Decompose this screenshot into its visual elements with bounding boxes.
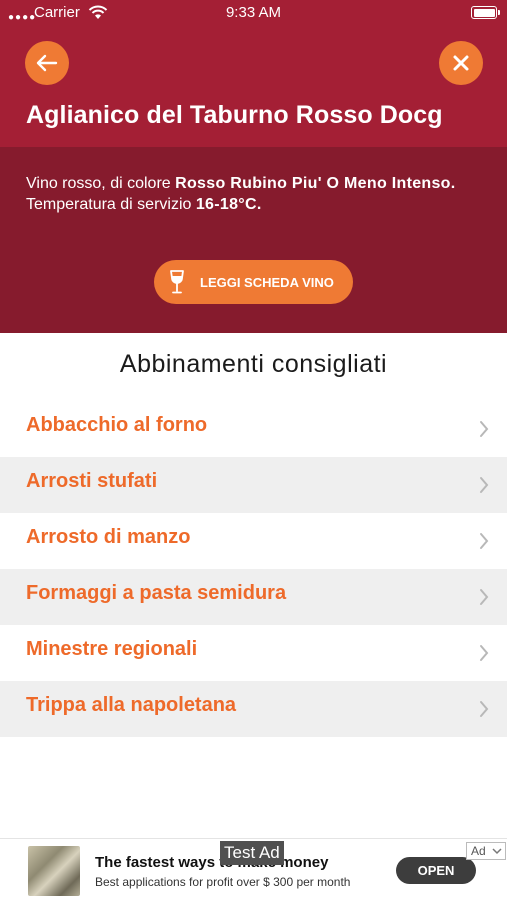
list-item[interactable]: Arrosto di manzo xyxy=(0,513,507,569)
close-button[interactable] xyxy=(439,41,483,85)
ad-headline: The fastest ways to make money xyxy=(95,854,329,871)
list-item-label: Arrosto di manzo xyxy=(26,526,191,548)
list-item[interactable]: Abbacchio al forno xyxy=(0,401,507,457)
list-item-label: Formaggi a pasta semidura xyxy=(26,582,287,604)
ad-image xyxy=(28,846,80,896)
list-item-label: Abbacchio al forno xyxy=(26,414,208,436)
chevron-right-icon xyxy=(480,701,489,717)
temperature-value: 16-18°C. xyxy=(195,196,262,213)
color-value: Rosso Rubino Piu' O Meno Intenso. xyxy=(175,175,456,192)
list-item[interactable]: Arrosti stufati xyxy=(0,457,507,513)
back-button[interactable] xyxy=(25,41,69,85)
ad-subtext: Best applications for profit over $ 300 … xyxy=(95,875,351,889)
read-wine-sheet-button[interactable]: LEGGI SCHEDA VINO xyxy=(154,260,353,304)
ad-banner[interactable]: The fastest ways to make money Best appl… xyxy=(0,838,507,900)
wine-glass-icon xyxy=(170,270,184,294)
ad-badge-label: Ad xyxy=(471,844,486,858)
wine-description: Vino rosso, di colore Rosso Rubino Piu' … xyxy=(26,173,486,215)
status-bar: ●●●● Carrier 9:33 AM xyxy=(0,0,507,26)
battery-icon xyxy=(471,6,500,19)
list-item[interactable]: Trippa alla napoletana xyxy=(0,681,507,737)
read-wine-sheet-label: LEGGI SCHEDA VINO xyxy=(200,274,334,290)
close-icon xyxy=(453,55,469,71)
chevron-down-icon xyxy=(492,848,502,855)
header-bar: ●●●● Carrier 9:33 AM Aglianico del Tabur… xyxy=(0,0,507,147)
temperature-prefix: Temperatura di servizio xyxy=(26,196,196,213)
list-item-label: Trippa alla napoletana xyxy=(26,694,237,716)
chevron-right-icon xyxy=(480,477,489,493)
list-item[interactable]: Minestre regionali xyxy=(0,625,507,681)
page-title: Aglianico del Taburno Rosso Docg xyxy=(26,101,443,129)
chevron-right-icon xyxy=(480,589,489,605)
list-item-label: Arrosti stufati xyxy=(26,470,158,492)
list-item[interactable]: Formaggi a pasta semidura xyxy=(0,569,507,625)
wine-info-panel: Vino rosso, di colore Rosso Rubino Piu' … xyxy=(0,147,507,333)
arrow-left-icon xyxy=(36,54,58,72)
chevron-right-icon xyxy=(480,421,489,437)
pairings-title: Abbinamenti consigliati xyxy=(119,350,388,378)
ad-open-button[interactable]: OPEN xyxy=(396,857,476,884)
chevron-right-icon xyxy=(480,533,489,549)
test-ad-label: Test Ad xyxy=(220,841,284,865)
color-prefix: Vino rosso, di colore xyxy=(26,175,176,192)
pairings-list: Abbacchio al forno Arrosti stufati Arros… xyxy=(0,401,507,737)
ad-choices-badge[interactable]: Ad xyxy=(466,842,506,860)
list-item-label: Minestre regionali xyxy=(26,638,198,660)
chevron-right-icon xyxy=(480,645,489,661)
clock: 9:33 AM xyxy=(225,4,282,21)
